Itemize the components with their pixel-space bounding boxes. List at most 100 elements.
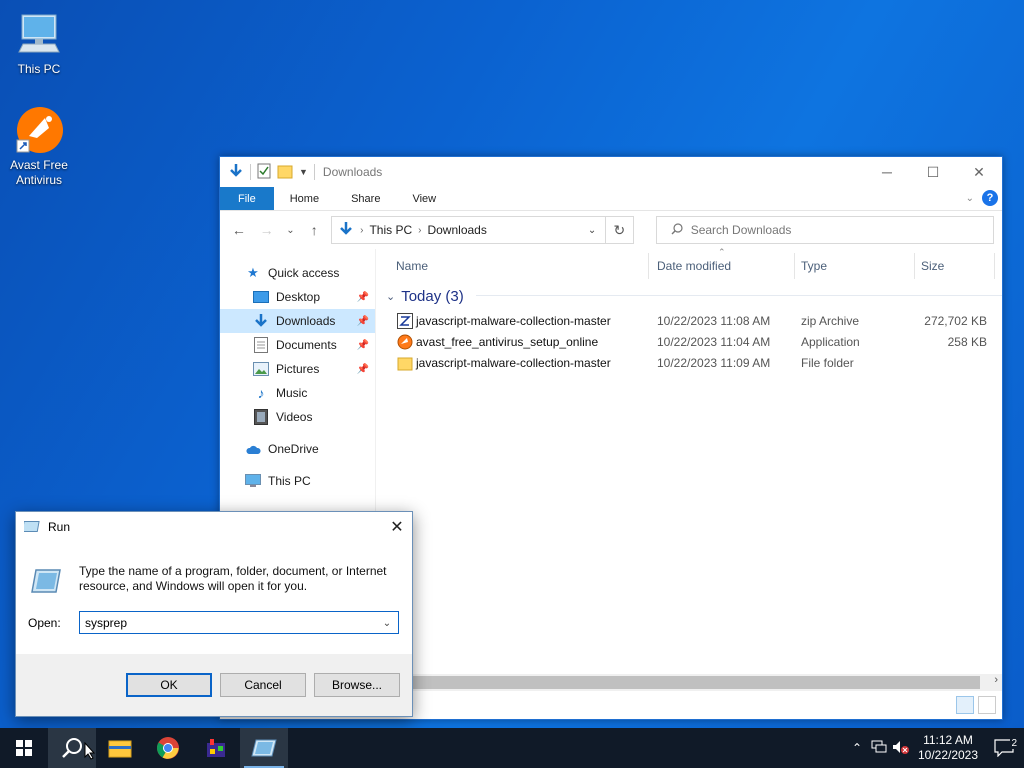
pin-icon[interactable]: 📌 <box>357 340 369 351</box>
tab-view[interactable]: View <box>396 187 452 210</box>
tab-home[interactable]: Home <box>274 187 335 210</box>
collapse-chevron-icon[interactable]: ⌄ <box>386 290 395 303</box>
run-title: Run <box>48 520 71 534</box>
nav-item-music[interactable]: ♪ Music <box>220 381 375 405</box>
window-controls: ─ ☐ ✕ <box>864 157 1002 187</box>
nav-item-label: Downloads <box>276 314 336 328</box>
windows-icon <box>16 740 32 756</box>
action-center-button[interactable]: 2 <box>984 738 1024 757</box>
pin-icon[interactable]: 📌 <box>357 316 369 327</box>
music-icon: ♪ <box>257 385 265 401</box>
download-arrow-icon <box>228 163 244 182</box>
toolbar-divider <box>250 164 251 180</box>
ok-button[interactable]: OK <box>126 673 212 697</box>
nav-item-onedrive[interactable]: OneDrive <box>220 437 375 461</box>
browse-button[interactable]: Browse... <box>314 673 400 697</box>
run-titlebar[interactable]: Run <box>16 512 412 542</box>
nav-item-pictures[interactable]: Pictures 📌 <box>220 357 375 381</box>
address-dropdown-icon[interactable]: ⌄ <box>579 217 605 243</box>
open-input[interactable]: sysprep ⌄ <box>79 611 399 634</box>
ribbon-tabs: File Home Share View ⌄ ? <box>220 187 1002 211</box>
minimize-button[interactable]: ─ <box>864 157 910 187</box>
toolbar-divider <box>313 164 315 180</box>
videos-icon <box>252 409 270 425</box>
refresh-button[interactable]: ↻ <box>606 216 634 244</box>
scrollbar-thumb[interactable] <box>380 676 980 689</box>
desktop-icon-avast[interactable]: Avast Free Antivirus <box>1 106 77 188</box>
address-bar[interactable]: › This PC › Downloads ⌄ <box>331 216 607 244</box>
clock[interactable]: 11:12 AM 10/22/2023 <box>912 733 984 763</box>
nav-item-label: Quick access <box>268 266 340 280</box>
maximize-button[interactable]: ☐ <box>910 157 956 187</box>
nav-item-quick-access[interactable]: ★ Quick access <box>220 261 375 285</box>
back-button[interactable]: ← <box>228 219 250 241</box>
pin-icon[interactable]: 📌 <box>357 292 369 303</box>
file-explorer-taskbar-button[interactable] <box>96 728 144 768</box>
column-divider[interactable] <box>648 253 649 279</box>
tab-file[interactable]: File <box>220 187 274 210</box>
breadcrumb-this-pc[interactable]: This PC <box>369 223 412 237</box>
run-dialog[interactable]: Run ✕ Type the name of a program, folder… <box>15 511 413 717</box>
scroll-right-icon[interactable]: › <box>994 674 998 686</box>
column-divider[interactable] <box>794 253 795 279</box>
nav-item-desktop[interactable]: Desktop 📌 <box>220 285 375 309</box>
search-box[interactable]: Search Downloads <box>655 216 994 244</box>
start-button[interactable] <box>0 728 48 768</box>
table-row[interactable]: javascript-malware-collection-master 10/… <box>380 311 1002 332</box>
nav-item-documents[interactable]: Documents 📌 <box>220 333 375 357</box>
help-icon[interactable]: ? <box>982 190 998 206</box>
details-view-button[interactable] <box>956 696 974 714</box>
run-taskbar-button[interactable] <box>240 728 288 768</box>
network-icon[interactable] <box>868 740 890 757</box>
column-date-modified[interactable]: Date modified <box>657 259 731 273</box>
column-divider[interactable] <box>994 253 995 279</box>
app-icon <box>207 739 225 757</box>
column-size[interactable]: Size <box>921 259 944 273</box>
nav-item-downloads[interactable]: Downloads 📌 <box>220 309 375 333</box>
file-date: 10/22/2023 11:04 AM <box>657 335 771 349</box>
clock-time: 11:12 AM <box>923 733 973 747</box>
column-name[interactable]: Name <box>396 259 428 273</box>
close-button[interactable]: ✕ <box>956 157 1002 187</box>
mouse-cursor-icon <box>84 741 96 763</box>
table-row[interactable]: javascript-malware-collection-master 10/… <box>380 353 1002 374</box>
nav-item-label: Pictures <box>276 362 320 376</box>
chrome-taskbar-button[interactable] <box>144 728 192 768</box>
up-button[interactable]: ↑ <box>303 219 325 241</box>
large-icons-view-button[interactable] <box>978 696 996 714</box>
column-divider[interactable] <box>914 253 915 279</box>
forward-button[interactable]: → <box>256 219 278 241</box>
column-type[interactable]: Type <box>801 259 827 273</box>
breadcrumb-downloads[interactable]: Downloads <box>427 223 486 237</box>
group-header-today[interactable]: ⌄ Today (3) <box>386 283 1002 309</box>
chrome-icon <box>157 737 179 759</box>
customize-qat-chevron-icon[interactable]: ▼ <box>299 167 308 177</box>
horizontal-scrollbar[interactable]: › <box>380 674 1002 691</box>
volume-muted-icon[interactable] <box>890 740 912 757</box>
computer-icon <box>244 473 262 489</box>
app-taskbar-button[interactable] <box>192 728 240 768</box>
clock-date: 10/22/2023 <box>917 748 979 762</box>
tab-share[interactable]: Share <box>335 187 396 210</box>
recent-locations-chevron-icon[interactable]: ⌄ <box>284 219 298 241</box>
desktop-icon <box>252 289 270 305</box>
chevron-down-icon[interactable]: ⌄ <box>378 614 396 632</box>
expand-ribbon-chevron-icon[interactable]: ⌄ <box>966 193 974 204</box>
quick-access-toolbar: ▼ <box>220 163 315 182</box>
new-folder-icon[interactable] <box>277 163 293 182</box>
cancel-button[interactable]: Cancel <box>220 673 306 697</box>
nav-item-this-pc[interactable]: This PC <box>220 469 375 493</box>
properties-icon[interactable] <box>257 163 271 182</box>
close-button[interactable]: ✕ <box>382 512 412 542</box>
pin-icon[interactable]: 📌 <box>357 364 369 375</box>
notification-count-badge: 2 <box>1010 738 1018 749</box>
show-hidden-icons-chevron-icon[interactable]: ⌃ <box>846 741 868 755</box>
column-headers: Name Date modified Type Size ⌃ <box>380 247 1002 283</box>
run-program-icon <box>30 568 62 594</box>
table-row[interactable]: avast_free_antivirus_setup_online 10/22/… <box>380 332 1002 353</box>
desktop-icon-this-pc[interactable]: This PC <box>1 10 77 77</box>
file-type: File folder <box>801 356 854 370</box>
file-size: 258 KB <box>947 335 987 349</box>
explorer-titlebar[interactable]: ▼ Downloads ─ ☐ ✕ <box>220 157 1002 187</box>
nav-item-videos[interactable]: Videos <box>220 405 375 429</box>
